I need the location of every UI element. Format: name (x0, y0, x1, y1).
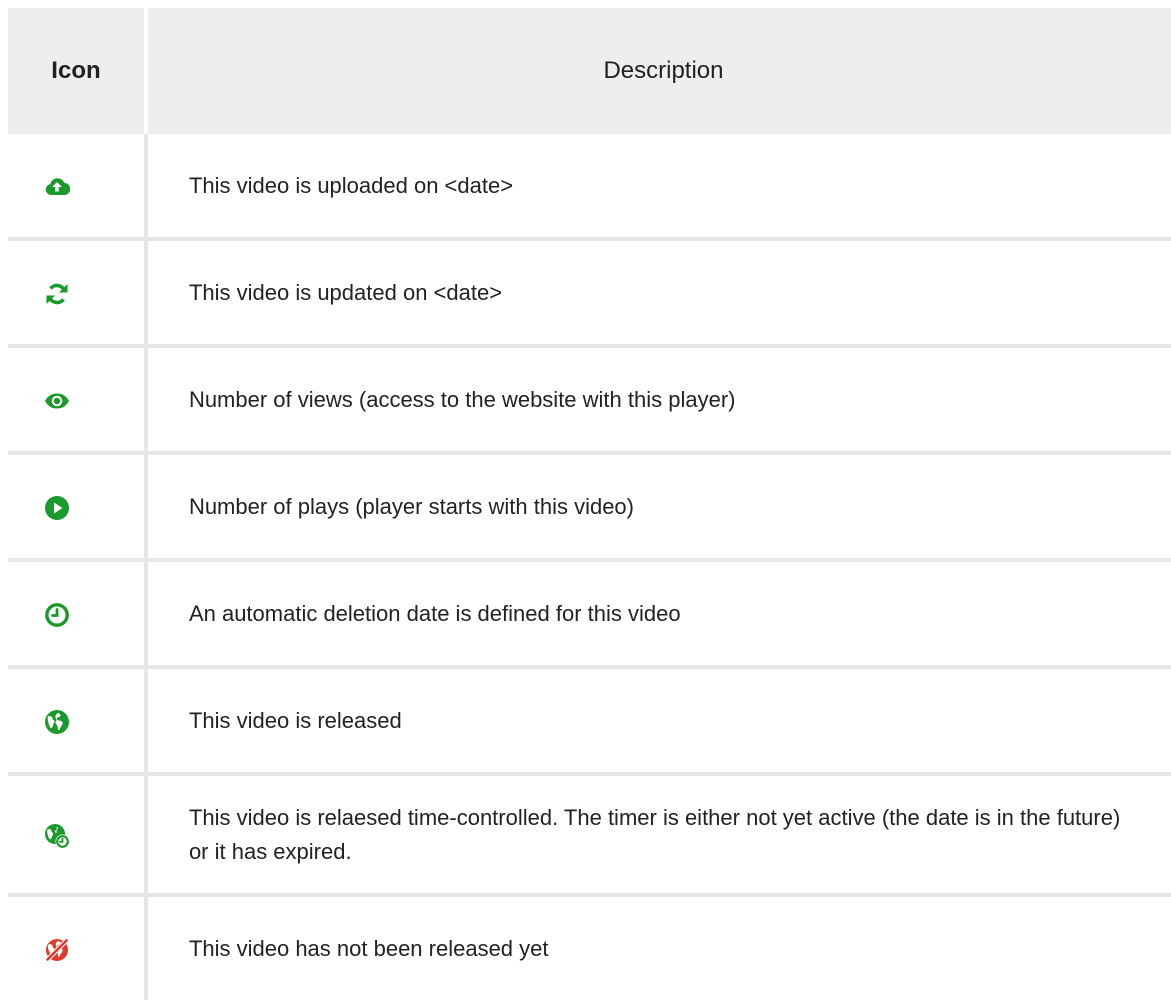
table-header-row: Icon Description (8, 8, 1171, 134)
globe-disabled-icon (44, 937, 70, 963)
clock-icon (44, 602, 70, 628)
icon-cell (8, 346, 148, 455)
description-cell: This video is uploaded on <date> (145, 134, 1171, 241)
description-cell: This video is relaesed time-controlled. … (145, 774, 1171, 897)
description-cell: Number of views (access to the website w… (145, 346, 1171, 455)
header-description: Description (145, 8, 1171, 134)
description-cell: An automatic deletion date is defined fo… (145, 560, 1171, 669)
play-circle-icon (44, 495, 70, 521)
description-cell: This video is updated on <date> (145, 239, 1171, 348)
icon-cell (8, 560, 148, 669)
table-row: This video is released (8, 667, 1171, 776)
table-row: This video is updated on <date> (8, 239, 1171, 348)
cloud-upload-icon (44, 174, 71, 200)
icon-cell (8, 667, 148, 776)
icon-cell (8, 895, 148, 1000)
description-cell: Number of plays (player starts with this… (145, 453, 1171, 562)
header-icon: Icon (8, 8, 148, 134)
table-row: This video is uploaded on <date> (8, 134, 1171, 241)
icon-cell (8, 453, 148, 562)
refresh-icon (44, 281, 70, 307)
icon-cell (8, 239, 148, 348)
description-cell: This video has not been released yet (188, 935, 549, 961)
table-row: Number of views (access to the website w… (8, 346, 1171, 455)
table-row: An automatic deletion date is defined fo… (8, 560, 1171, 669)
globe-icon (44, 709, 70, 735)
icon-cell (8, 774, 148, 897)
table-row: This video has not been released yet (8, 895, 1171, 1000)
icon-legend-table: Icon Description This video is uploaded … (8, 8, 1171, 1000)
eye-icon (44, 388, 70, 414)
description-cell: This video is released (145, 667, 1171, 776)
icon-cell (8, 134, 148, 241)
table-row: This video is relaesed time-controlled. … (8, 774, 1171, 897)
globe-clock-icon (44, 823, 70, 849)
table-row: Number of plays (player starts with this… (8, 453, 1171, 562)
